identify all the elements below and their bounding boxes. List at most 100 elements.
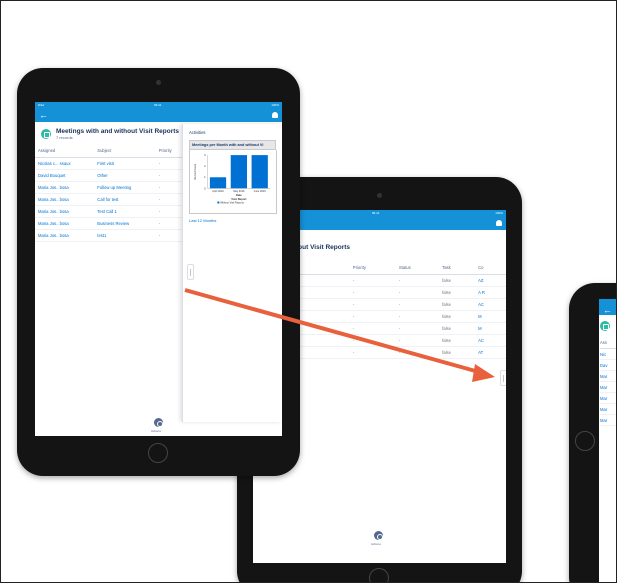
task-cell: false xyxy=(439,322,476,335)
subject-cell[interactable]: Other xyxy=(94,169,156,182)
actions-icon[interactable] xyxy=(154,418,163,427)
legend-swatch xyxy=(217,201,220,204)
actions-label: Actions xyxy=(371,542,381,546)
list-item[interactable]: Mar xyxy=(600,415,616,426)
column-header-assigned: Ass xyxy=(600,337,616,349)
table-row[interactable]: Maria Jos.. bosa Business Review - xyxy=(35,217,185,230)
priority-cell: - xyxy=(155,157,185,170)
table-row[interactable]: Maria Jos.. bosa Follow up Meeting - xyxy=(35,181,185,194)
column-header: Priority xyxy=(349,261,396,275)
time-range-link[interactable]: Last 12 Months xyxy=(189,218,276,223)
nav-bar: ← xyxy=(599,305,616,315)
assigned-cell[interactable]: David Bouquet xyxy=(35,169,95,182)
camera xyxy=(156,80,161,85)
subject-cell[interactable]: Follow up Meeting xyxy=(94,181,156,194)
table-row[interactable]: Nicolas c... ssaux First visit - xyxy=(35,157,185,170)
task-cell: false xyxy=(439,334,476,347)
subject-cell[interactable]: Test Call 1 xyxy=(94,205,156,218)
co-cell: AC xyxy=(475,298,506,311)
list-item[interactable]: Mar xyxy=(600,382,616,393)
ipad-right: ← Ass Nic Dav Mar Mar Mar Mar Mar xyxy=(569,283,616,582)
task-cell: false xyxy=(439,346,476,359)
back-arrow-icon[interactable]: ← xyxy=(603,305,612,315)
bar xyxy=(209,177,227,189)
assigned-cell[interactable]: Maria Jos.. bosa xyxy=(35,181,95,194)
report-title: Meetings with and without Visit Reports xyxy=(56,128,180,135)
subject-cell[interactable]: First visit xyxy=(94,157,156,170)
y-axis-title: Record Count xyxy=(194,164,197,180)
column-header: Co xyxy=(475,261,506,275)
priority-cell: - xyxy=(349,310,396,323)
assigned-cell[interactable]: Maria Jos.. bosa xyxy=(35,229,95,242)
home-button[interactable] xyxy=(575,431,595,451)
priority-cell: - xyxy=(155,205,185,218)
list-item[interactable]: Nic xyxy=(600,349,616,360)
table-row[interactable]: David Bouquet Other - xyxy=(35,169,185,182)
report-icon xyxy=(41,129,51,139)
report-icon xyxy=(600,321,610,331)
list-item[interactable]: Mar xyxy=(600,393,616,404)
column-header: Subject xyxy=(94,144,156,158)
list-item[interactable]: Mar xyxy=(600,404,616,415)
subject-cell[interactable]: Call for test xyxy=(94,193,156,206)
table-row[interactable]: Maria Jos.. bosa test1- xyxy=(35,229,185,242)
priority-cell: - xyxy=(155,217,185,230)
camera xyxy=(377,193,382,198)
bar xyxy=(251,155,268,189)
battery-text: 100% xyxy=(495,211,503,215)
legend-title: Visit Report xyxy=(231,197,246,201)
y-tick-label: 3 xyxy=(204,153,206,157)
assigned-cell[interactable]: Nicolas c... ssaux xyxy=(35,157,95,170)
table-row[interactable]: Maria Jos.. bosa Test Call 1- xyxy=(35,205,185,218)
table-row[interactable]: Maria Jos.. bosa Call for test - xyxy=(35,193,185,206)
y-tick-label: 1 xyxy=(204,175,206,179)
activities-panel: Activities Meetings per Month with and w… xyxy=(182,124,282,422)
status-cell: - xyxy=(395,274,440,287)
priority-cell: - xyxy=(155,169,185,182)
task-cell: false xyxy=(439,274,476,287)
co-cell: AC xyxy=(475,334,506,347)
priority-cell: - xyxy=(155,181,185,194)
assigned-cell[interactable]: Maria Jos.. bosa xyxy=(35,217,95,230)
bell-icon[interactable] xyxy=(496,220,502,226)
back-arrow-icon[interactable]: ← xyxy=(39,110,48,120)
co-cell: M xyxy=(475,310,506,323)
panel-drag-handle[interactable] xyxy=(500,370,506,386)
status-cell: - xyxy=(395,310,440,323)
home-button[interactable] xyxy=(148,443,168,463)
assigned-cell[interactable]: Maria Jos.. bosa xyxy=(35,193,95,206)
subject-cell[interactable]: test1 xyxy=(94,229,156,242)
bell-icon[interactable] xyxy=(272,112,278,118)
x-tick-label: April 2016 xyxy=(212,190,224,193)
y-tick-label: 2 xyxy=(204,164,206,168)
co-cell: A R xyxy=(475,286,506,299)
task-cell: false xyxy=(439,298,476,311)
home-button[interactable] xyxy=(369,568,389,582)
carrier-text: iPad xyxy=(38,103,45,107)
panel-title: Activities xyxy=(189,130,206,135)
column-header: Task xyxy=(439,261,476,275)
x-tick-label: June 2016 xyxy=(254,190,266,193)
legend-entry: Without Visit Reports xyxy=(220,201,244,204)
priority-cell: - xyxy=(155,193,185,206)
bar xyxy=(230,155,247,189)
record-count: 7 records xyxy=(56,135,73,140)
actions-icon[interactable] xyxy=(374,531,383,540)
status-cell: - xyxy=(395,298,440,311)
panel-drag-handle[interactable] xyxy=(187,264,194,280)
bar-chart: 0 1 2 3 Record Count April 2016 May 2016 June 2… xyxy=(189,150,277,214)
y-tick-label: 0 xyxy=(204,186,206,190)
ipad-left: iPad 09:41 100% ← Meetings with and with… xyxy=(17,68,300,476)
priority-cell: - xyxy=(349,334,396,347)
task-cell: false xyxy=(439,286,476,299)
ipad-right-screen: ← Ass Nic Dav Mar Mar Mar Mar Mar xyxy=(599,299,616,582)
list-item[interactable]: Dav xyxy=(600,360,616,371)
status-cell: - xyxy=(395,346,440,359)
list-item[interactable]: Mar xyxy=(600,371,616,382)
subject-cell[interactable]: Business Review xyxy=(94,217,156,230)
assigned-cell[interactable]: Maria Jos.. bosa xyxy=(35,205,95,218)
status-cell: - xyxy=(395,322,440,335)
priority-cell: - xyxy=(349,298,396,311)
status-cell: - xyxy=(395,334,440,347)
report-table: Assigned Subject Priority Nicolas c... ssa… xyxy=(35,144,185,242)
